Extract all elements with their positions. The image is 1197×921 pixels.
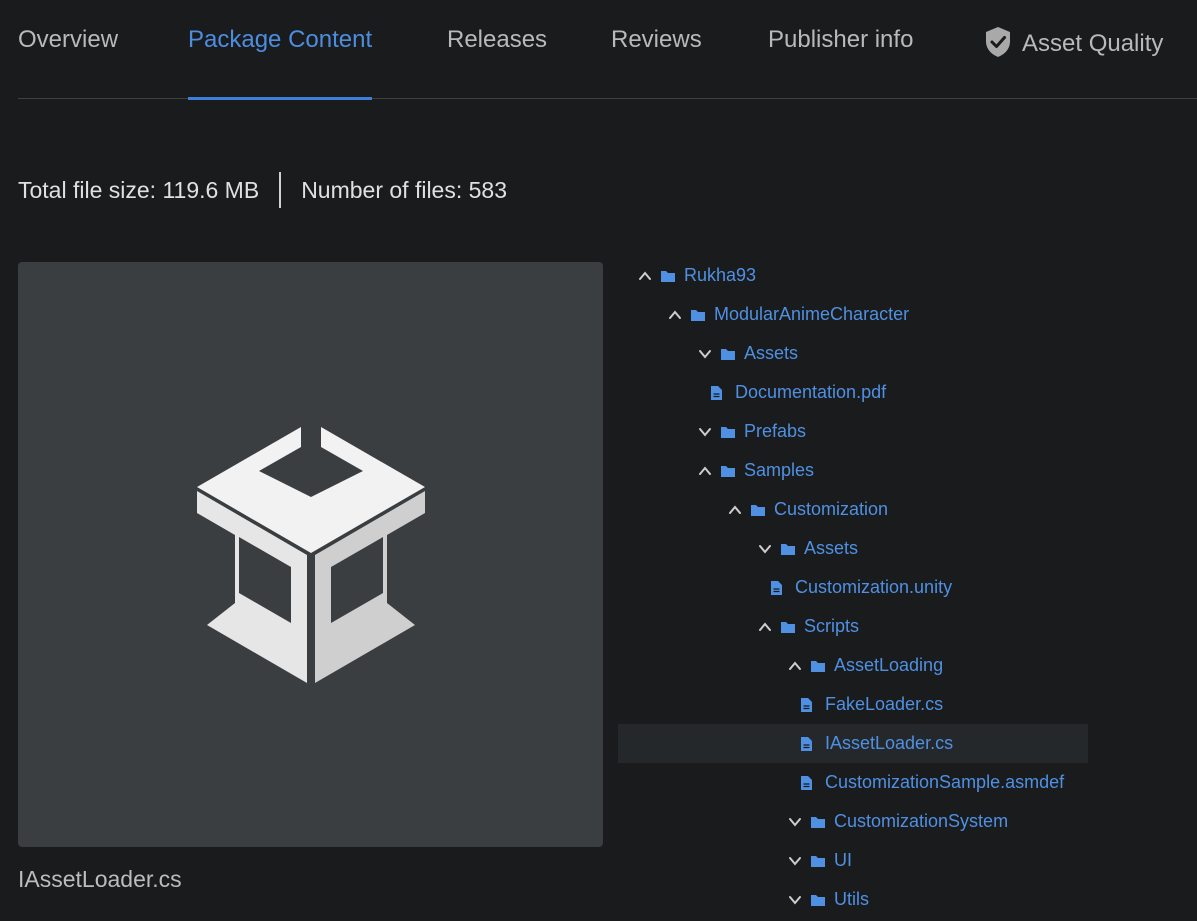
tree-item-label: Customization.unity	[795, 577, 953, 597]
total-file-size: Total file size: 119.6 MB	[18, 176, 260, 203]
tab-overview[interactable]: Overview	[18, 26, 118, 99]
tree-item-label: AssetLoading	[834, 655, 944, 675]
chevron-down-icon[interactable]	[758, 542, 772, 556]
file-icon	[771, 580, 782, 595]
folder-icon	[811, 660, 825, 672]
folder-icon	[691, 309, 705, 321]
tab-package-content[interactable]: Package Content	[188, 26, 373, 100]
tree-folder[interactable]: Rukha93	[618, 256, 1088, 295]
tree-item-label: UI	[834, 850, 852, 870]
tree-folder[interactable]: Scripts	[618, 607, 1088, 646]
chevron-down-icon[interactable]	[788, 893, 802, 907]
tab-asset-quality[interactable]: Asset Quality	[984, 26, 1163, 99]
number-of-files: Number of files: 583	[301, 176, 508, 203]
folder-icon	[721, 465, 735, 477]
tree-file[interactable]: Documentation.pdf	[618, 373, 1088, 412]
tab-reviews[interactable]: Reviews	[611, 26, 702, 99]
chevron-up-icon[interactable]	[758, 620, 772, 634]
unity-logo-icon	[196, 426, 425, 683]
folder-icon	[721, 426, 735, 438]
chevron-down-icon[interactable]	[698, 425, 712, 439]
tree-folder[interactable]: Prefabs	[618, 412, 1088, 451]
tree-file[interactable]: IAssetLoader.cs	[618, 724, 1088, 763]
tree-item-label: Customization	[774, 499, 889, 519]
chevron-up-icon[interactable]	[728, 503, 742, 517]
tree-file[interactable]: Customization.unity	[618, 568, 1088, 607]
folder-icon	[811, 855, 825, 867]
chevron-up-icon[interactable]	[698, 464, 712, 478]
folder-icon	[751, 504, 765, 516]
tree-item-label: Prefabs	[744, 421, 807, 441]
tree-item-label: Utils	[834, 889, 869, 909]
chevron-down-icon[interactable]	[698, 347, 712, 361]
tree-folder[interactable]: CustomizationSystem	[618, 802, 1088, 841]
tree-item-label: Scripts	[804, 616, 860, 636]
folder-icon	[661, 270, 675, 282]
chevron-up-icon[interactable]	[638, 269, 652, 283]
tree-folder[interactable]: AssetLoading	[618, 646, 1088, 685]
chevron-up-icon[interactable]	[788, 659, 802, 673]
file-icon	[711, 385, 722, 400]
chevron-down-icon[interactable]	[788, 854, 802, 868]
tree-item-label: Assets	[744, 343, 799, 363]
tree-file[interactable]: FakeLoader.cs	[618, 685, 1088, 724]
tree-file[interactable]: CustomizationSample.asmdef	[618, 763, 1088, 802]
tree-folder[interactable]: Customization	[618, 490, 1088, 529]
shield-check-icon	[986, 27, 1010, 57]
tree-folder[interactable]: Utils	[618, 880, 1088, 919]
folder-icon	[781, 621, 795, 633]
tree-item-label: Documentation.pdf	[735, 382, 887, 402]
tree-folder[interactable]: UI	[618, 841, 1088, 880]
tree-folder[interactable]: ModularAnimeCharacter	[618, 295, 1088, 334]
folder-icon	[811, 816, 825, 828]
tree-folder[interactable]: Assets	[618, 334, 1088, 373]
tree-item-label: CustomizationSample.asmdef	[825, 772, 1065, 792]
file-icon	[801, 736, 812, 751]
package-summary: Total file size: 119.6 MB Number of file…	[18, 172, 507, 208]
tab-releases[interactable]: Releases	[447, 26, 547, 99]
tree-item-label: Rukha93	[684, 265, 757, 285]
summary-divider	[279, 172, 282, 208]
file-icon	[801, 697, 812, 712]
tree-item-label: Assets	[804, 538, 859, 558]
file-preview	[18, 262, 603, 847]
tree-item-label: CustomizationSystem	[834, 811, 1009, 831]
tree-item-label: FakeLoader.cs	[825, 694, 944, 714]
tab-asset-quality-label: Asset Quality	[1022, 30, 1164, 57]
folder-icon	[781, 543, 795, 555]
chevron-up-icon[interactable]	[668, 308, 682, 322]
tab-publisher-info[interactable]: Publisher info	[768, 26, 913, 99]
preview-filename: IAssetLoader.cs	[18, 866, 182, 892]
file-icon	[801, 775, 812, 790]
tree-item-label: ModularAnimeCharacter	[714, 304, 910, 324]
tree-folder[interactable]: Samples	[618, 451, 1088, 490]
tree-folder[interactable]: Assets	[618, 529, 1088, 568]
tree-item-label: IAssetLoader.cs	[825, 733, 954, 753]
folder-icon	[811, 894, 825, 906]
chevron-down-icon[interactable]	[788, 815, 802, 829]
folder-icon	[721, 348, 735, 360]
tree-item-label: Samples	[744, 460, 815, 480]
tab-bar: Overview Package Content Releases Review…	[18, 0, 1197, 100]
file-tree: Rukha93 ModularAnimeCharacter Assets Docume…	[618, 256, 1088, 919]
